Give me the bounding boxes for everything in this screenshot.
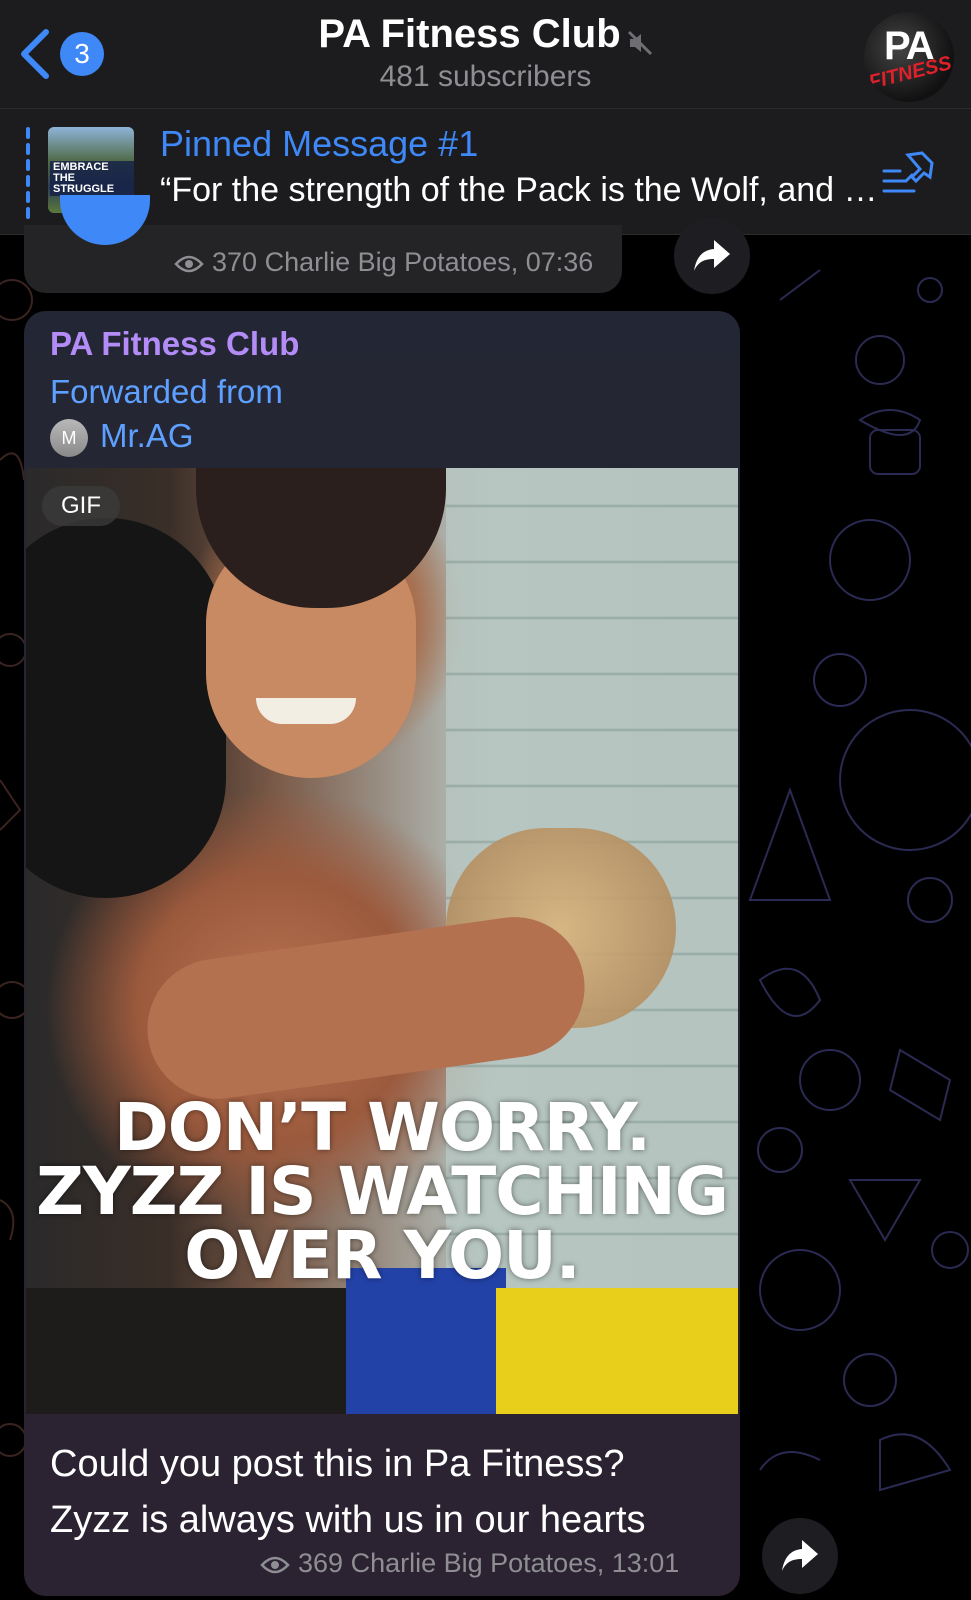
gif-badge: GIF: [42, 486, 120, 526]
message-views: 369: [298, 1548, 344, 1578]
mute-icon: [627, 30, 652, 55]
previous-message-media: [60, 195, 150, 245]
chat-header: 3 PA Fitness Club 481 subscribers PA FIT…: [0, 0, 971, 109]
forwarded-name: Mr.AG: [100, 417, 194, 454]
chat-title: PA Fitness Club: [318, 12, 621, 56]
gif-caption-line: ZYZZ IS WATCHING: [36, 1153, 729, 1230]
message-bubble[interactable]: PA Fitness Club Forwarded from M Mr.AG D…: [24, 311, 740, 1596]
sender-name[interactable]: PA Fitness Club: [50, 325, 299, 363]
share-icon: [694, 240, 730, 271]
pinned-indicator: [26, 127, 30, 219]
pinned-thumb-text: EMBRACE THE STRUGGLE: [50, 161, 134, 196]
pin-list-icon[interactable]: [880, 149, 936, 197]
channel-avatar[interactable]: PA FITNESS: [864, 12, 954, 102]
gif-caption-line: OVER YOU.: [184, 1217, 581, 1294]
subscriber-count: 481 subscribers: [379, 60, 592, 93]
message-text: Could you post this in Pa Fitness? Zyzz …: [50, 1436, 730, 1548]
gif-caption: DON’T WORRY. ZYZZ IS WATCHING OVER YOU.: [26, 1089, 738, 1294]
previous-share-button[interactable]: [674, 218, 750, 294]
eye-icon: [174, 255, 204, 273]
previous-message-bubble[interactable]: 370 Charlie Big Potatoes, 07:36: [24, 195, 622, 293]
chat-title-area[interactable]: PA Fitness Club: [0, 12, 971, 57]
message-text-line: Zyzz is always with us in our hearts: [50, 1499, 646, 1541]
gif-caption-line: DON’T WORRY.: [113, 1089, 651, 1166]
pinned-text: “For the strength of the Pack is the Wol…: [160, 171, 880, 209]
previous-message-meta: 370 Charlie Big Potatoes, 07:36: [174, 247, 593, 278]
previous-author-time: Charlie Big Potatoes, 07:36: [264, 247, 594, 277]
message-text-line: Could you post this in Pa Fitness?: [50, 1443, 625, 1485]
forwarded-label: Forwarded from: [50, 373, 283, 410]
eye-icon: [260, 1556, 290, 1574]
gif-media[interactable]: DON’T WORRY. ZYZZ IS WATCHING OVER YOU. …: [26, 468, 738, 1414]
pinned-title: Pinned Message #1: [160, 123, 479, 164]
forwarded-avatar: M: [50, 419, 88, 457]
message-author-time: Charlie Big Potatoes, 13:01: [350, 1548, 680, 1578]
share-icon: [782, 1540, 818, 1571]
share-button[interactable]: [762, 1518, 838, 1594]
previous-views: 370: [212, 247, 258, 277]
message-meta: 369 Charlie Big Potatoes, 13:01: [260, 1548, 679, 1579]
